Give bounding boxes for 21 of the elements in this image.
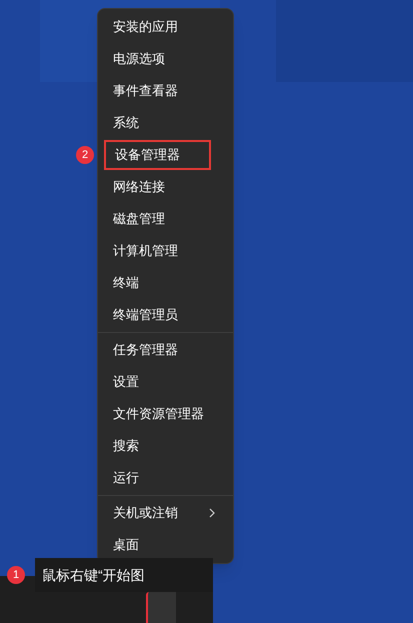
menu-item[interactable]: 网络连接 — [113, 172, 165, 202]
menu-item[interactable]: 设置 — [113, 367, 139, 397]
menu-item[interactable]: 终端管理员 — [113, 300, 178, 330]
menu-item[interactable]: 电源选项 — [113, 44, 165, 74]
menu-item[interactable]: 终端 — [113, 268, 139, 298]
menu-item[interactable]: 关机或注销 — [113, 498, 178, 528]
menu-item[interactable]: 文件资源管理器 — [113, 399, 204, 429]
tooltip: 鼠标右键“开始图 — [35, 558, 213, 592]
menu-item[interactable]: 安装的应用 — [113, 12, 178, 42]
menu-item[interactable]: 磁盘管理 — [113, 204, 165, 234]
menu-item[interactable]: 计算机管理 — [113, 236, 178, 266]
start-button[interactable] — [146, 592, 176, 623]
step-badge: 2 — [76, 146, 94, 164]
menu-item[interactable]: 搜索 — [113, 431, 139, 461]
menu-item[interactable]: 设备管理器 — [104, 140, 211, 170]
menu-item[interactable]: 事件查看器 — [113, 76, 178, 106]
menu-item[interactable]: 运行 — [113, 463, 139, 493]
menu-item[interactable]: 桌面 — [113, 530, 139, 560]
menu-item[interactable]: 系统 — [113, 108, 139, 138]
step-badge: 1 — [7, 566, 25, 584]
menu-item[interactable]: 任务管理器 — [113, 335, 178, 365]
